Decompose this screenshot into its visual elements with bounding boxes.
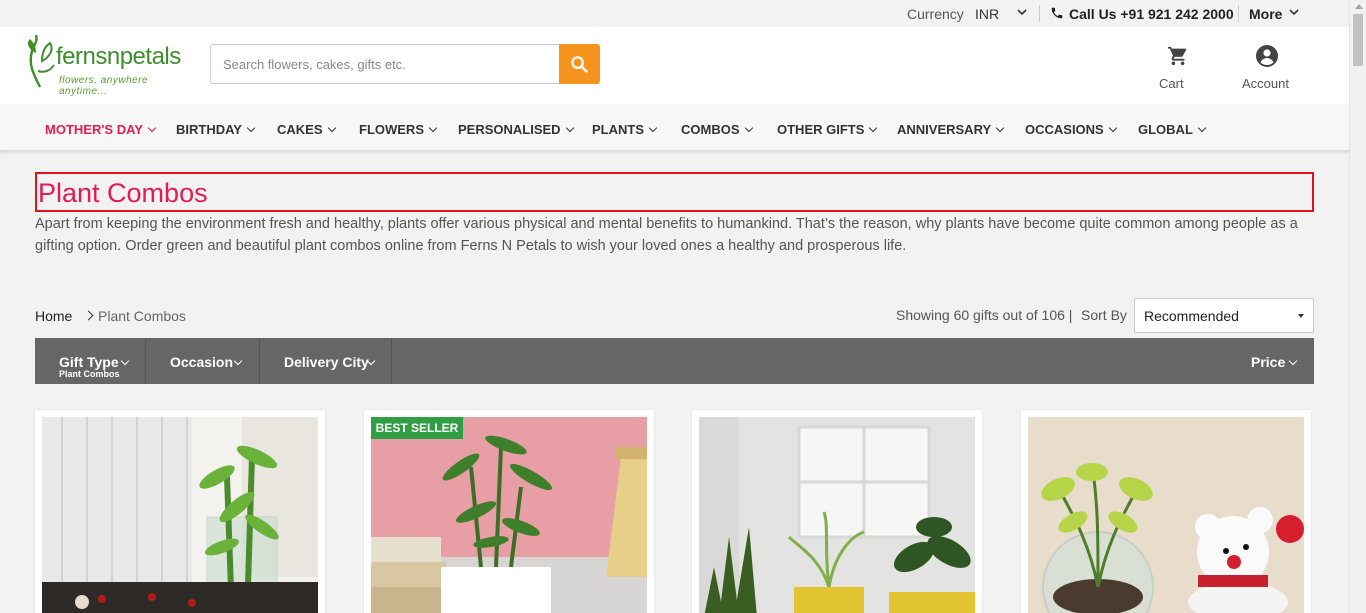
main-navigation: MOTHER'S DAY BIRTHDAY CAKES FLOWERS PERS… [0,105,1349,151]
filter-gift-type[interactable]: Gift Type Plant Combos [35,338,146,384]
caret-down-icon [1298,314,1304,318]
chevron-down-icon [147,123,157,133]
account-button[interactable]: Account [1241,43,1296,103]
nav-item-birthday[interactable]: BIRTHDAY [176,122,256,137]
currency-select[interactable]: INR [975,6,999,22]
chevron-down-icon [233,356,243,366]
page-description: Apart from keeping the environment fresh… [35,216,1298,254]
nav-item-label: ANNIVERSARY [897,122,992,137]
search-box [210,44,559,84]
chevron-down-icon [1197,123,1207,133]
chevron-down-icon [327,123,336,133]
filter-delivery-city[interactable]: Delivery City [260,338,392,384]
breadcrumb-home-link[interactable]: Home [35,308,72,324]
nav-item-flowers[interactable]: FLOWERS [359,122,438,137]
nav-item-label: PERSONALISED [458,122,561,137]
search-input[interactable] [211,45,559,83]
chevron-down-icon [120,356,130,366]
sort-selected-value: Recommended [1144,308,1239,324]
filter-bar: Gift Type Plant Combos Occasion Delivery… [35,338,1314,384]
divider [1238,5,1239,22]
logo-leaf-icon [28,34,55,88]
chevron-down-icon[interactable] [1288,356,1298,366]
nav-item-label: OTHER GIFTS [777,122,865,137]
nav-item-mothers-day[interactable]: MOTHER'S DAY [45,122,157,137]
nav-item-label: MOTHER'S DAY [45,122,143,137]
cart-label: Cart [1159,76,1184,91]
page-scrollbar[interactable] [1349,0,1366,613]
nav-item-cakes[interactable]: CAKES [277,122,336,137]
filter-label: Occasion [170,354,234,370]
search-button[interactable] [559,44,600,84]
nav-item-other-gifts[interactable]: OTHER GIFTS [777,122,878,137]
nav-item-plants[interactable]: PLANTS [592,122,658,137]
chevron-down-icon[interactable] [1016,5,1028,22]
chevron-down-icon [428,123,438,133]
cart-button[interactable]: Cart [1159,43,1193,103]
chevron-right-icon [83,310,94,321]
call-us-link[interactable]: Call Us +91 921 242 2000 [1069,6,1234,22]
chevron-down-icon [744,123,753,133]
currency-label: Currency [907,6,964,22]
product-card[interactable] [1021,410,1311,613]
nav-item-combos[interactable]: COMBOS [681,122,753,137]
chevron-down-icon [246,123,256,133]
nav-item-label: BIRTHDAY [176,122,242,137]
chevron-down-icon [1108,123,1117,133]
logo-text: fernsnpetals [56,43,181,70]
chevron-down-icon [869,123,878,133]
nav-item-label: GLOBAL [1138,122,1193,137]
product-image[interactable] [42,417,318,613]
page-title-box: Plant Combos [35,172,1314,212]
account-icon [1256,45,1278,67]
product-image[interactable] [699,417,975,613]
top-utility-bar: Currency INR Call Us +91 921 242 2000 Mo… [0,0,1349,27]
nav-item-global[interactable]: GLOBAL [1138,122,1207,137]
nav-item-label: FLOWERS [359,122,424,137]
product-card[interactable] [364,410,654,613]
product-image[interactable] [1028,417,1304,613]
site-logo[interactable]: fernsnpetals flowers, anywhere anytime..… [24,31,194,97]
nav-item-label: PLANTS [592,122,644,137]
nav-item-personalised[interactable]: PERSONALISED [458,122,574,137]
product-image[interactable] [371,417,647,613]
divider [1039,5,1040,22]
nav-item-label: CAKES [277,122,323,137]
filter-selected-value: Plant Combos [59,369,120,379]
sort-by-label: Sort By [1081,307,1127,323]
page-title: Plant Combos [38,178,208,208]
filter-label: Delivery City [284,354,369,370]
nav-item-label: COMBOS [681,122,740,137]
more-menu[interactable]: More [1249,6,1282,22]
cart-icon [1167,46,1187,66]
chevron-down-icon [995,123,1005,133]
logo-tagline: flowers, anywhere anytime... [59,75,149,97]
chevron-down-icon [648,123,658,133]
results-count: Showing 60 gifts out of 106 | [896,307,1073,323]
scroll-up-arrow-icon[interactable] [1355,4,1363,9]
sort-select[interactable]: Recommended [1134,298,1314,333]
filter-price[interactable]: Price [1251,354,1285,370]
chevron-down-icon [565,123,574,133]
filter-label: Gift Type [59,354,119,370]
site-header: fernsnpetals flowers, anywhere anytime..… [0,27,1349,105]
nav-item-anniversary[interactable]: ANNIVERSARY [897,122,1005,137]
chevron-down-icon[interactable] [1288,5,1300,22]
account-label: Account [1242,76,1289,91]
best-seller-badge: BEST SELLER [371,417,463,439]
breadcrumb-current: Plant Combos [98,308,186,324]
phone-icon [1050,6,1064,20]
filter-occasion[interactable]: Occasion [146,338,260,384]
product-card[interactable] [692,410,982,613]
nav-item-occasions[interactable]: OCCASIONS [1025,122,1117,137]
search-icon [571,56,588,73]
scroll-thumb[interactable] [1353,14,1363,66]
nav-item-label: OCCASIONS [1025,122,1104,137]
product-card[interactable] [35,410,325,613]
